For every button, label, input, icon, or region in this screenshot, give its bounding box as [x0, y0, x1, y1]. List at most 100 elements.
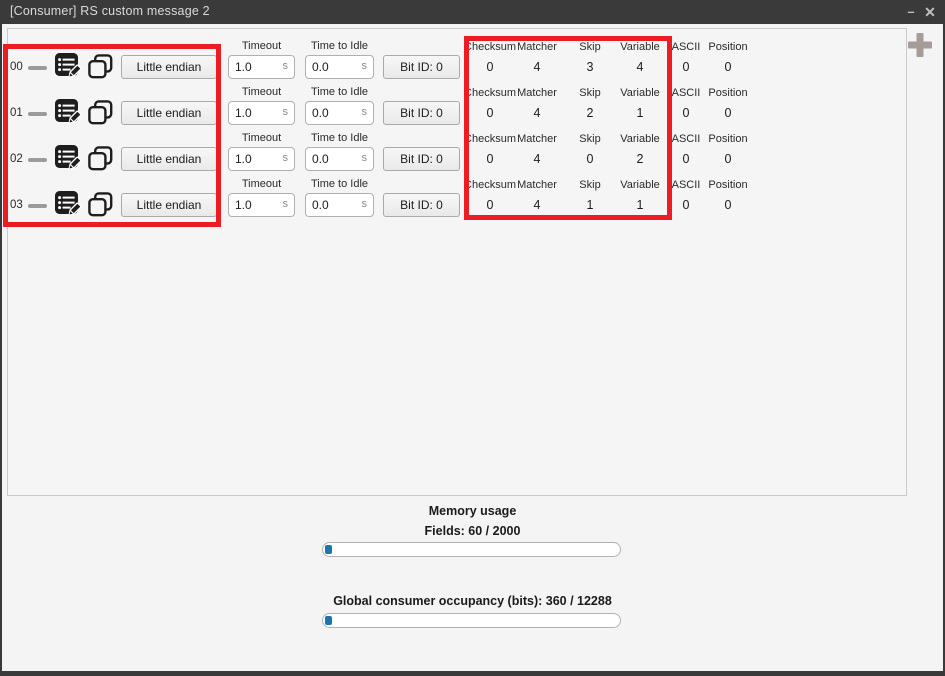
position-value: 0	[703, 198, 753, 212]
time-to-idle-field: s	[305, 147, 374, 171]
row-index-label: 02	[10, 153, 23, 165]
ascii-value: 0	[666, 198, 706, 212]
remove-row-icon[interactable]	[28, 112, 47, 116]
time-to-idle-input[interactable]	[305, 55, 374, 79]
time-to-idle-field: s	[305, 55, 374, 79]
edit-fields-icon[interactable]	[54, 52, 82, 80]
copy-row-icon[interactable]	[88, 192, 113, 217]
timeout-label: Timeout	[228, 40, 295, 52]
skip-stat: Skip0	[570, 128, 610, 174]
position-stat: Position0	[703, 128, 753, 174]
matcher-value: 4	[512, 60, 562, 74]
field-row: 01	[8, 82, 906, 128]
bit-id-button[interactable]: Bit ID: 0	[383, 101, 460, 125]
timeout-input[interactable]	[228, 193, 295, 217]
checksum-stat: Checksum0	[460, 82, 520, 128]
timeout-input[interactable]	[228, 55, 295, 79]
ascii-value: 0	[666, 106, 706, 120]
skip-value: 1	[570, 198, 610, 212]
position-stat: Position0	[703, 36, 753, 82]
endian-toggle-button[interactable]: Little endian	[121, 193, 217, 217]
checksum-stat: Checksum0	[460, 128, 520, 174]
matcher-value: 4	[512, 106, 562, 120]
position-stat: Position0	[703, 174, 753, 220]
remove-row-icon[interactable]	[28, 158, 47, 162]
message-fields-panel: 00	[7, 28, 907, 496]
remove-row-icon[interactable]	[28, 204, 47, 208]
timeout-field: s	[228, 101, 295, 125]
variable-value: 1	[615, 198, 665, 212]
matcher-stat: Matcher4	[512, 128, 562, 174]
row-index-label: 00	[10, 61, 23, 73]
field-row: 03	[8, 174, 906, 220]
window-title: [Consumer] RS custom message 2	[10, 4, 210, 18]
skip-stat: Skip2	[570, 82, 610, 128]
window-content: 00	[2, 24, 943, 671]
timeout-field: s	[228, 193, 295, 217]
ascii-stat: ASCII0	[666, 174, 706, 220]
matcher-value: 4	[512, 198, 562, 212]
time-to-idle-input[interactable]	[305, 147, 374, 171]
occupancy-label: Global consumer occupancy (bits): 360 / …	[2, 594, 943, 608]
timeout-input[interactable]	[228, 101, 295, 125]
endian-toggle-button[interactable]: Little endian	[121, 101, 217, 125]
bit-id-button[interactable]: Bit ID: 0	[383, 55, 460, 79]
timeout-label: Timeout	[228, 178, 295, 190]
edit-fields-icon[interactable]	[54, 144, 82, 172]
variable-stat: Variable1	[615, 174, 665, 220]
ascii-stat: ASCII0	[666, 128, 706, 174]
timeout-field: s	[228, 55, 295, 79]
position-value: 0	[703, 106, 753, 120]
row-index-label: 03	[10, 199, 23, 211]
matcher-stat: Matcher4	[512, 82, 562, 128]
time-to-idle-label: Time to Idle	[305, 86, 374, 98]
fields-progress-bar	[322, 542, 621, 557]
skip-value: 2	[570, 106, 610, 120]
variable-value: 2	[615, 152, 665, 166]
copy-row-icon[interactable]	[88, 100, 113, 125]
checksum-value: 0	[460, 60, 520, 74]
skip-value: 3	[570, 60, 610, 74]
remove-row-icon[interactable]	[28, 66, 47, 70]
row-index-label: 01	[10, 107, 23, 119]
endian-toggle-button[interactable]: Little endian	[121, 55, 217, 79]
skip-stat: Skip3	[570, 36, 610, 82]
skip-stat: Skip1	[570, 174, 610, 220]
fields-count-label: Fields: 60 / 2000	[2, 524, 943, 538]
checksum-stat: Checksum0	[460, 174, 520, 220]
endian-toggle-button[interactable]: Little endian	[121, 147, 217, 171]
add-row-icon[interactable]	[907, 32, 933, 58]
matcher-value: 4	[512, 152, 562, 166]
bit-id-button[interactable]: Bit ID: 0	[383, 147, 460, 171]
occupancy-progress-fill	[325, 616, 332, 625]
time-to-idle-field: s	[305, 101, 374, 125]
time-to-idle-label: Time to Idle	[305, 132, 374, 144]
time-to-idle-input[interactable]	[305, 101, 374, 125]
edit-fields-icon[interactable]	[54, 98, 82, 126]
fields-progress-fill	[325, 545, 332, 554]
matcher-stat: Matcher4	[512, 174, 562, 220]
app-window: [Consumer] RS custom message 2 – ✕ 00	[0, 0, 945, 676]
checksum-value: 0	[460, 152, 520, 166]
time-to-idle-field: s	[305, 193, 374, 217]
edit-fields-icon[interactable]	[54, 190, 82, 218]
bit-id-button[interactable]: Bit ID: 0	[383, 193, 460, 217]
timeout-label: Timeout	[228, 132, 295, 144]
timeout-field: s	[228, 147, 295, 171]
titlebar: [Consumer] RS custom message 2 – ✕	[0, 0, 945, 24]
skip-value: 0	[570, 152, 610, 166]
matcher-stat: Matcher4	[512, 36, 562, 82]
copy-row-icon[interactable]	[88, 54, 113, 79]
copy-row-icon[interactable]	[88, 146, 113, 171]
position-value: 0	[703, 152, 753, 166]
position-stat: Position0	[703, 82, 753, 128]
position-value: 0	[703, 60, 753, 74]
checksum-stat: Checksum0	[460, 36, 520, 82]
time-to-idle-input[interactable]	[305, 193, 374, 217]
time-to-idle-label: Time to Idle	[305, 40, 374, 52]
timeout-input[interactable]	[228, 147, 295, 171]
variable-value: 1	[615, 106, 665, 120]
field-row: 02	[8, 128, 906, 174]
minimize-button[interactable]: –	[903, 3, 919, 21]
close-button[interactable]: ✕	[922, 3, 938, 21]
